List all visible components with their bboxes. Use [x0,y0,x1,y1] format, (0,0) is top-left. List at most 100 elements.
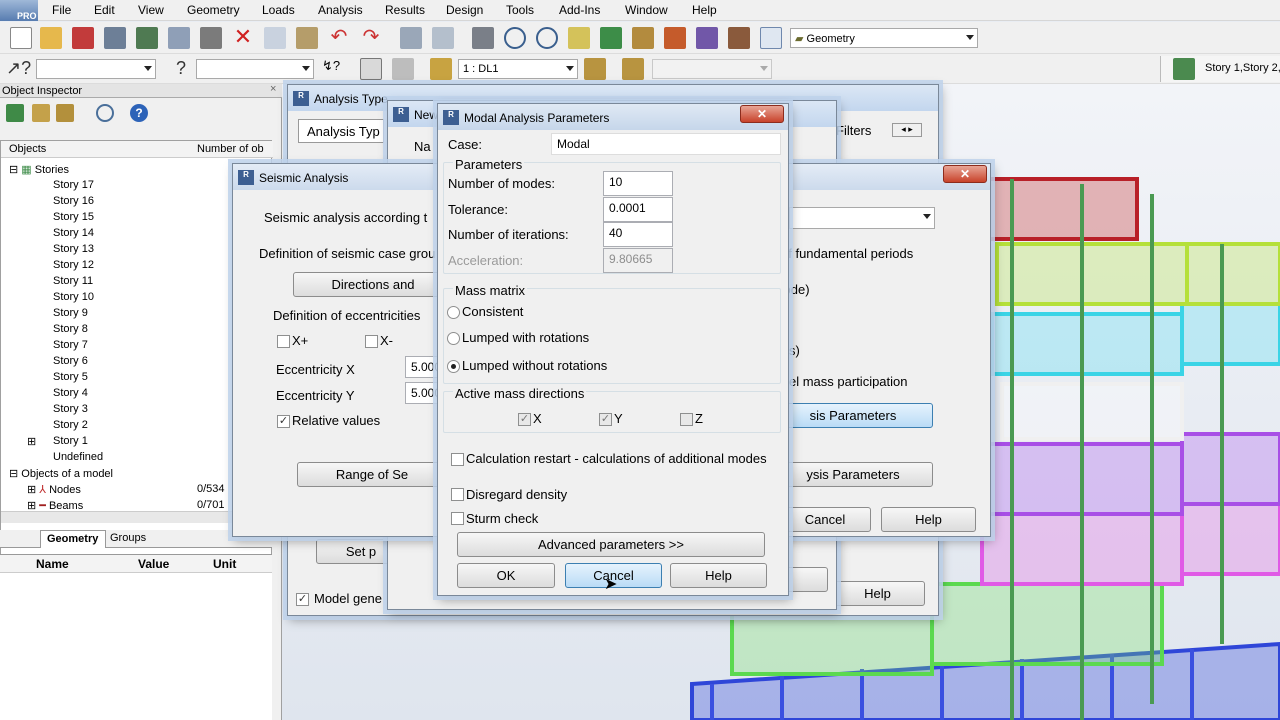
node-selection-combo[interactable] [36,59,156,79]
tree-story-item[interactable]: Story 8 [53,323,88,335]
menu-geometry[interactable]: Geometry [187,3,240,17]
dir-y-checkbox[interactable]: ✓ [599,413,612,426]
tree-story-item[interactable]: Story 13 [53,243,94,255]
selection-icon[interactable] [568,27,590,49]
calculator-icon[interactable] [400,27,422,49]
tab-analysis-types[interactable]: Analysis Typ [298,119,384,143]
search-icon[interactable] [96,104,114,122]
filter-icon[interactable]: ↯? [320,58,342,80]
tree-story-item[interactable]: Story 1 [53,435,88,447]
close-icon[interactable]: × [270,83,276,95]
preview-icon[interactable] [168,27,190,49]
eccentricity-x-field[interactable]: 5.000 [405,356,441,378]
hourglass-icon[interactable] [56,104,74,122]
structure-icon[interactable] [696,27,718,49]
checkbox[interactable]: ✓ [296,593,309,606]
dir-z-checkbox[interactable] [680,413,693,426]
modes-field[interactable]: 10 [603,171,673,196]
menu-window[interactable]: Window [625,3,668,17]
bars-icon[interactable] [632,27,654,49]
seismic-help-button[interactable]: Help [881,507,976,532]
tree-story-item[interactable]: Story 11 [53,275,93,287]
tree-story-item[interactable]: Story 7 [53,339,88,351]
menu-edit[interactable]: Edit [94,3,115,17]
nodes-icon[interactable] [600,27,622,49]
tab-filters[interactable]: Filters [836,123,871,138]
open-icon[interactable] [40,27,62,49]
menu-view[interactable]: View [138,3,164,17]
close-icon[interactable]: ✕ [943,165,987,183]
camera-icon[interactable] [200,27,222,49]
seismic-code-combo[interactable] [789,207,935,229]
seismic-cancel-button[interactable]: Cancel [779,507,871,532]
redo-icon[interactable]: ↷ [360,27,382,49]
consistent-radio[interactable] [447,306,460,319]
undo-icon[interactable]: ↶ [328,27,350,49]
tree-story-item[interactable]: Story 4 [53,387,88,399]
menu-help[interactable]: Help [692,3,717,17]
tools-icon[interactable] [728,27,750,49]
bar-select-icon[interactable]: ? [170,58,192,80]
new-icon[interactable] [10,27,32,49]
zoom-window-icon[interactable] [536,27,558,49]
lumped-without-rotations-radio[interactable] [447,360,460,373]
help-icon[interactable]: ? [130,104,148,122]
menu-addins[interactable]: Add-Ins [559,3,600,17]
tab-scroll-arrows[interactable]: ◂ ▸ [892,123,922,137]
tree-nodes[interactable]: ⊞ ⅄ Nodes [27,483,81,496]
ok-button[interactable]: OK [457,563,555,588]
expand-icon[interactable]: ⊞ [27,435,36,448]
tab-groups[interactable]: Groups [110,532,146,544]
tree-stories[interactable]: ⊟ ▦ Stories [9,163,69,176]
tree-story-item[interactable]: Story 14 [53,227,94,239]
restart-checkbox[interactable] [451,453,464,466]
combination-icon[interactable] [622,58,644,80]
relative-values-checkbox[interactable]: ✓ [277,415,290,428]
node-select-icon[interactable]: ↗? [6,58,31,80]
house-icon[interactable] [360,58,382,80]
table-icon[interactable] [432,27,454,49]
mode-combo[interactable] [652,59,772,79]
tree-story-item[interactable]: Story 15 [53,211,94,223]
menu-tools[interactable]: Tools [506,3,534,17]
tree-story-item[interactable]: Story 17 [53,179,94,191]
menu-design[interactable]: Design [446,3,483,17]
book-icon[interactable] [136,27,158,49]
story-icon[interactable] [392,58,414,80]
analysis-type-help-button[interactable]: Help [830,581,925,606]
iterations-field[interactable]: 40 [603,222,673,247]
menu-file[interactable]: File [52,3,71,17]
print-icon[interactable] [104,27,126,49]
advanced-parameters-button[interactable]: Advanced parameters >> [457,532,765,557]
case-field[interactable]: Modal [551,133,781,155]
lumped-rotations-radio[interactable] [447,332,460,345]
filter-icon[interactable] [32,104,50,122]
tree-story-item[interactable]: Story 5 [53,371,88,383]
zoom-icon[interactable] [504,27,526,49]
delete-icon[interactable]: ✕ [232,26,254,49]
xplus-checkbox[interactable] [277,335,290,348]
range-button[interactable]: Range of Se [297,462,447,487]
help-button[interactable]: Help [670,563,767,588]
close-icon[interactable]: ✕ [740,105,784,123]
menu-analysis[interactable]: Analysis [318,3,363,17]
stories-tree-icon[interactable] [6,104,24,122]
copy-icon[interactable] [264,27,286,49]
tree-story-item[interactable]: Undefined [53,451,103,463]
supports-icon[interactable] [664,27,686,49]
layout-icon[interactable] [760,27,782,49]
analysis-parameters-button[interactable]: sis Parameters [773,403,933,428]
eccentricity-y-field[interactable]: 5.000 [405,382,441,404]
tree-story-item[interactable]: Story 3 [53,403,88,415]
load-case-combo[interactable]: 1 : DL1 [458,59,578,79]
tree-objects-model[interactable]: ⊟ Objects of a model [9,467,113,480]
sturm-check-checkbox[interactable] [451,512,464,525]
tree-story-item[interactable]: Story 10 [53,291,94,303]
load-case-icon[interactable] [430,58,452,80]
paste-icon[interactable] [296,27,318,49]
menu-results[interactable]: Results [385,3,425,17]
bar-selection-combo[interactable] [196,59,314,79]
tab-geometry[interactable]: Geometry [40,530,106,548]
tree-story-item[interactable]: Story 16 [53,195,94,207]
layout-combo[interactable]: ▰ Geometry [790,28,978,48]
